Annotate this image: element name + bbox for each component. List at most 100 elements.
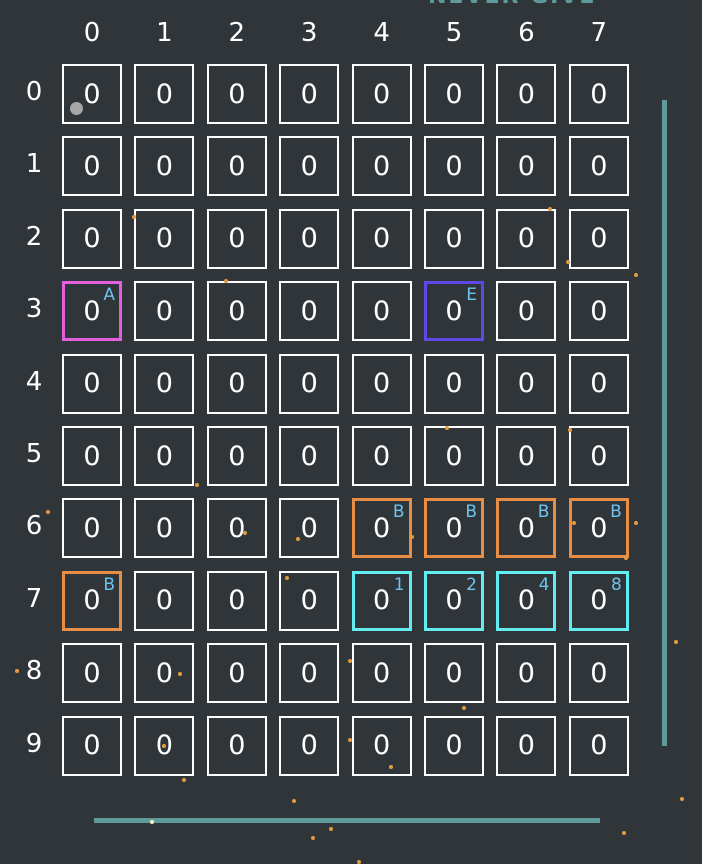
grid-cell[interactable]: 0 <box>206 715 267 776</box>
grid-cell[interactable]: 02 <box>424 570 484 631</box>
grid-cell[interactable]: 0 <box>279 498 340 559</box>
grid-cell[interactable]: 0 <box>424 715 484 776</box>
grid-cell[interactable]: 0 <box>206 281 267 342</box>
grid-cell[interactable]: 0 <box>568 208 629 269</box>
grid-cell[interactable]: 0 <box>568 426 629 486</box>
cell-value: 0 <box>373 223 391 255</box>
grid-cell[interactable]: 0 <box>62 64 122 124</box>
grid-cell[interactable]: 0 <box>134 136 195 197</box>
grid-cell[interactable]: 0 <box>62 643 122 704</box>
grid-cell[interactable]: 0 <box>206 570 267 631</box>
grid-cell[interactable]: 0 <box>62 208 122 269</box>
cell-value: 0 <box>517 730 535 762</box>
grid-cell[interactable]: 0A <box>62 281 122 342</box>
row-header: 2 <box>25 221 43 252</box>
grid-cell[interactable]: 0 <box>62 498 122 559</box>
grid-cell[interactable]: 0 <box>279 208 340 269</box>
cell-value: 0 <box>155 512 173 544</box>
grid-cell[interactable]: 0 <box>134 643 195 704</box>
grid-cell[interactable]: 0 <box>351 208 412 269</box>
grid-cell[interactable]: 0 <box>134 281 195 342</box>
grid-cell[interactable]: 0 <box>279 643 340 704</box>
cell-value: 0 <box>300 657 318 689</box>
grid-cell[interactable]: 0 <box>351 426 412 486</box>
grid-cell[interactable]: 0 <box>279 64 340 124</box>
grid-cell[interactable]: 0 <box>134 64 195 124</box>
cell-value: 0 <box>300 440 318 472</box>
grid-cell[interactable]: 0 <box>351 281 412 342</box>
cell-tag: B <box>392 502 405 523</box>
grid-cell[interactable]: 0 <box>424 64 484 124</box>
spark-particle <box>132 215 136 219</box>
grid-cell[interactable]: 01 <box>351 570 412 631</box>
column-header: 6 <box>518 18 535 48</box>
horizontal-scrollbar[interactable] <box>94 818 600 823</box>
grid-cell[interactable]: 0 <box>279 570 340 631</box>
grid-cell[interactable]: 0 <box>424 353 484 414</box>
grid-cell[interactable]: 0 <box>568 353 629 414</box>
grid-cell[interactable]: 0 <box>496 208 557 269</box>
cell-value: 0 <box>228 223 246 255</box>
grid-cell[interactable]: 0 <box>496 64 557 124</box>
grid-cell[interactable]: 0 <box>279 136 340 197</box>
grid-cell[interactable]: 0 <box>62 426 122 486</box>
grid-cell[interactable]: 0 <box>424 426 484 486</box>
grid-cell[interactable]: 0 <box>351 136 412 197</box>
cell-value: 0 <box>228 657 246 689</box>
grid-cell[interactable]: 0 <box>496 136 557 197</box>
grid-cell[interactable]: 0 <box>279 281 340 342</box>
grid-cell[interactable]: 0 <box>134 353 195 414</box>
grid-cell[interactable]: 0B <box>568 498 629 559</box>
grid-cell[interactable]: 0 <box>351 353 412 414</box>
grid-cell[interactable]: 0 <box>62 715 122 776</box>
grid-cell[interactable]: 0 <box>134 570 195 631</box>
cell-value: 0 <box>83 585 101 617</box>
grid-cell[interactable]: 0 <box>351 715 412 776</box>
grid-cell[interactable]: 0 <box>496 353 557 414</box>
grid-cell[interactable]: 0 <box>424 643 484 704</box>
grid-cell[interactable]: 0 <box>206 208 267 269</box>
grid-cell[interactable]: 0 <box>206 353 267 414</box>
grid-cell[interactable]: 0 <box>568 281 629 342</box>
grid-cell[interactable]: 0 <box>568 64 629 124</box>
grid-cell[interactable]: 0 <box>206 498 267 559</box>
grid-cell[interactable]: 0 <box>206 426 267 486</box>
grid-cell[interactable]: 0 <box>424 208 484 269</box>
cell-value: 0 <box>228 368 246 400</box>
grid-cell[interactable]: 0 <box>568 643 629 704</box>
grid-cell[interactable]: 0B <box>62 570 122 631</box>
grid-cell[interactable]: 0 <box>351 64 412 124</box>
vertical-scrollbar[interactable] <box>662 100 667 746</box>
grid-cell[interactable]: 08 <box>568 570 629 631</box>
spark-particle <box>224 279 228 283</box>
grid-cell[interactable]: 0 <box>206 643 267 704</box>
grid-cell[interactable]: 0B <box>496 498 557 559</box>
cell-tag: E <box>466 285 477 306</box>
grid-cell[interactable]: 0 <box>568 136 629 197</box>
grid-cell[interactable]: 0 <box>206 136 267 197</box>
grid-cell[interactable]: 0 <box>496 715 557 776</box>
grid-cell[interactable]: 0 <box>496 426 557 486</box>
grid-cell[interactable]: 0 <box>279 715 340 776</box>
grid-cell[interactable]: 0 <box>568 715 629 776</box>
grid-cell[interactable]: 0E <box>424 281 484 342</box>
grid-cell[interactable]: 0 <box>424 136 484 197</box>
grid-cell[interactable]: 0B <box>351 498 412 559</box>
grid-cell[interactable]: 0 <box>279 426 340 486</box>
grid-cell[interactable]: 0B <box>424 498 484 559</box>
grid-cell[interactable]: 0 <box>496 643 557 704</box>
row-header: 6 <box>25 511 43 542</box>
grid-cell[interactable]: 0 <box>206 64 267 124</box>
grid-cell[interactable]: 0 <box>134 208 195 269</box>
grid-cell[interactable]: 0 <box>279 353 340 414</box>
grid-cell[interactable]: 0 <box>62 353 122 414</box>
grid-cell[interactable]: 0 <box>134 426 195 486</box>
grid-cell[interactable]: 04 <box>496 570 557 631</box>
cell-tag: 4 <box>538 574 550 595</box>
grid-cell[interactable]: 0 <box>62 136 122 197</box>
cell-value: 0 <box>300 730 318 762</box>
cell-tag: A <box>103 285 115 306</box>
grid-cell[interactable]: 0 <box>351 643 412 704</box>
grid-cell[interactable]: 0 <box>496 281 557 342</box>
grid-cell[interactable]: 0 <box>134 498 195 559</box>
